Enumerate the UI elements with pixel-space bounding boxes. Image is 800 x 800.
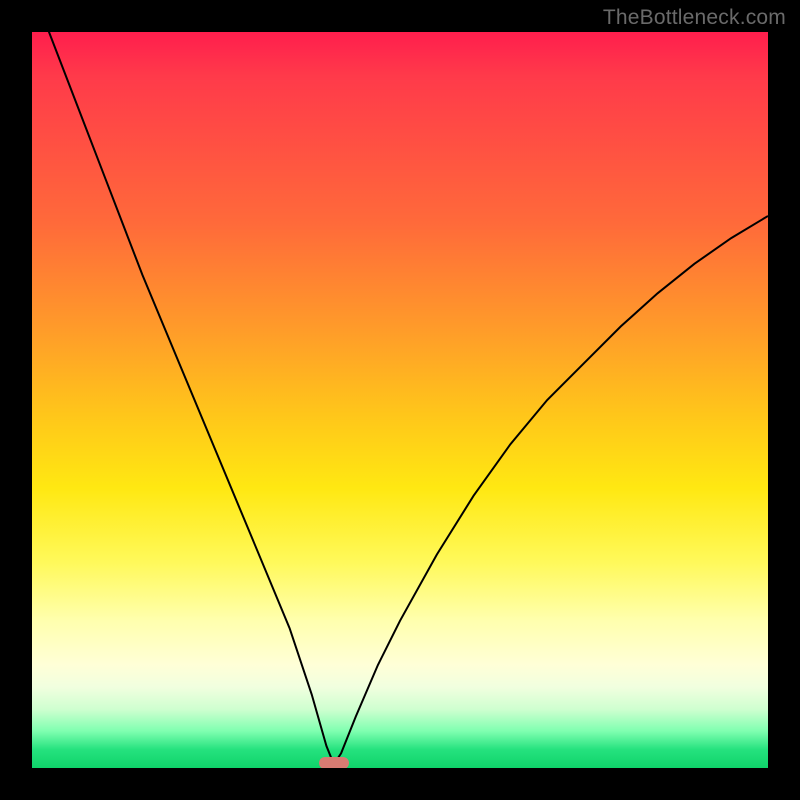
minimum-marker bbox=[319, 757, 349, 768]
bottleneck-curve bbox=[32, 32, 768, 768]
watermark-text: TheBottleneck.com bbox=[603, 6, 786, 30]
plot-area bbox=[32, 32, 768, 768]
chart-frame: TheBottleneck.com bbox=[0, 0, 800, 800]
